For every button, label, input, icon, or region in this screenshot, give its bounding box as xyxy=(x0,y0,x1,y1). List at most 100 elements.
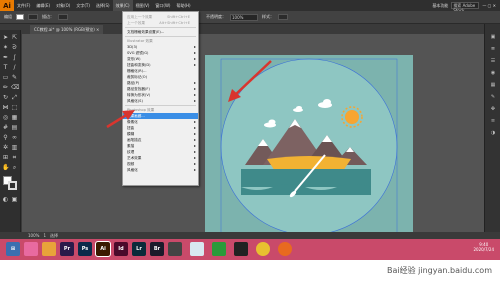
graph-tool-icon[interactable]: ▥ xyxy=(11,144,18,151)
zoom-tool-icon[interactable]: ⌕ xyxy=(11,164,18,171)
right-panel-dock: ▣ ≣ ☰ ◉ ▦ ✎ ✤ ≡ ◑ xyxy=(484,24,500,232)
indesign-icon[interactable]: Id xyxy=(114,242,128,256)
menu-effect[interactable]: 效果(C) xyxy=(112,0,133,11)
premiere-icon[interactable]: Pr xyxy=(60,242,74,256)
taskbar: ⊞ Pr Ps Ai Id Lr Br 9:40 2020/7/24 xyxy=(0,239,500,260)
color-icon[interactable]: ◉ xyxy=(489,70,497,76)
chrome-icon[interactable] xyxy=(256,242,270,256)
menubar-right: 基本功能 搜索 Adobe Stock — ▢ ✕ xyxy=(432,2,500,13)
menu-file[interactable]: 文件(F) xyxy=(14,0,33,11)
paintbrush-tool-icon[interactable]: ✎ xyxy=(11,74,18,81)
stroke-icon[interactable]: ≡ xyxy=(489,118,497,124)
libraries-icon[interactable]: ☰ xyxy=(489,58,497,64)
free-transform-icon[interactable]: ⬚ xyxy=(11,104,18,111)
screen-mode-icon[interactable]: ▣ xyxy=(11,196,18,203)
mesh-tool-icon[interactable]: # xyxy=(2,124,9,131)
opacity-label: 不透明度： xyxy=(206,14,226,19)
menu-item-document-raster[interactable]: 文档栅格效果设置(E)... xyxy=(123,29,198,35)
rotate-tool-icon[interactable]: ↻ xyxy=(2,94,9,101)
stock-search-field[interactable]: 搜索 Adobe Stock xyxy=(451,2,480,13)
clock-date: 2020/7/24 xyxy=(473,247,494,252)
scale-tool-icon[interactable]: ⤢ xyxy=(11,94,18,101)
fill-swatch[interactable] xyxy=(16,14,24,20)
direct-selection-tool-icon[interactable]: ⇱ xyxy=(11,34,18,41)
pen-tool-icon[interactable]: ✒ xyxy=(2,54,9,61)
system-clock[interactable]: 9:40 2020/7/24 xyxy=(473,242,494,252)
artboard-tool-icon[interactable]: ⊞ xyxy=(2,154,9,161)
lightroom-icon[interactable]: Lr xyxy=(132,242,146,256)
stroke-dropdown[interactable] xyxy=(58,14,68,20)
perspective-grid-icon[interactable]: ▦ xyxy=(11,114,18,121)
effect-menu: 应用上一个效果 Shift+Ctrl+E 上一个效果 Alt+Shift+Ctrl+… xyxy=(122,11,199,186)
line-tool-icon[interactable]: / xyxy=(11,64,18,71)
brushes-icon[interactable]: ✎ xyxy=(489,94,497,100)
wechat-icon[interactable] xyxy=(212,242,226,256)
selection-tool-icon[interactable]: ➤ xyxy=(2,34,9,41)
window-controls-icon[interactable]: — ▢ ✕ xyxy=(482,3,496,8)
slice-tool-icon[interactable]: ⌗ xyxy=(11,154,18,161)
close-tab-icon[interactable]: × xyxy=(96,27,99,32)
style-label: 样式： xyxy=(262,14,274,19)
taskbar-app-2[interactable] xyxy=(42,242,56,256)
document-title: CC教程.ai* @ 100% (RGB/预览) xyxy=(34,27,95,32)
menu-item-stylize-ps[interactable]: 风格化 ▸ xyxy=(123,167,198,173)
symbol-sprayer-icon[interactable]: ✲ xyxy=(2,144,9,151)
symbols-icon[interactable]: ✤ xyxy=(489,106,497,112)
watermark-strip: Bai经验 jingyan.baidu.com xyxy=(0,260,500,281)
menu-view[interactable]: 视图(V) xyxy=(133,0,153,11)
pencil-tool-icon[interactable]: ✏ xyxy=(2,84,9,91)
draw-mode-icon[interactable]: ◐ xyxy=(2,196,9,203)
selection-type-label: 编组 xyxy=(4,14,12,19)
menu-bar: Ai 文件(F) 编辑(E) 对象(O) 文字(T) 选择(S) 效果(C) 视… xyxy=(0,0,500,13)
menu-help[interactable]: 帮助(H) xyxy=(173,0,193,11)
rectangle-tool-icon[interactable]: ▭ xyxy=(2,74,9,81)
start-icon[interactable]: ⊞ xyxy=(6,242,20,256)
stroke-label: 描边： xyxy=(42,14,54,19)
eyedropper-icon[interactable]: ⚲ xyxy=(2,134,9,141)
workspace-label[interactable]: 基本功能 xyxy=(432,3,448,9)
menu-select[interactable]: 选择(S) xyxy=(93,0,113,11)
taskbar-app-9[interactable] xyxy=(168,242,182,256)
menu-window[interactable]: 窗口(W) xyxy=(152,0,173,11)
eraser-tool-icon[interactable]: ⌫ xyxy=(11,84,19,91)
control-bar: 编组 描边： 不透明度： 100% 样式： xyxy=(0,11,500,24)
menu-item-last-effect[interactable]: 上一个效果 Alt+Shift+Ctrl+E xyxy=(123,20,198,26)
photoshop-icon[interactable]: Ps xyxy=(78,242,92,256)
menu-edit[interactable]: 编辑(E) xyxy=(33,0,53,11)
app-logo: Ai xyxy=(0,0,14,11)
status-bar: 100% 1 选择 xyxy=(22,232,484,239)
menu-object[interactable]: 对象(O) xyxy=(53,0,73,11)
taskbar-app-10[interactable] xyxy=(190,242,204,256)
curvature-tool-icon[interactable]: ∫ xyxy=(11,54,18,61)
type-tool-icon[interactable]: T xyxy=(2,64,9,71)
annotation-arrow-canvas xyxy=(228,60,272,102)
menu-type[interactable]: 文字(T) xyxy=(73,0,93,11)
shape-builder-icon[interactable]: ◎ xyxy=(2,114,9,121)
qq-icon[interactable] xyxy=(234,242,248,256)
gradient-tool-icon[interactable]: ▤ xyxy=(11,124,18,131)
lasso-icon[interactable]: ᘐ xyxy=(11,44,18,51)
hand-tool-icon[interactable]: ✋ xyxy=(2,164,9,171)
opacity-field[interactable]: 100% xyxy=(230,13,258,21)
width-tool-icon[interactable]: ⋈ xyxy=(2,104,9,111)
status-mode: 选择 xyxy=(49,232,58,238)
layers-icon[interactable]: ≣ xyxy=(489,46,497,52)
baidu-watermark: Bai经验 jingyan.baidu.com xyxy=(387,266,492,275)
bridge-icon[interactable]: Br xyxy=(150,242,164,256)
artboard-number[interactable]: 1 xyxy=(43,233,46,238)
transparency-icon[interactable]: ◑ xyxy=(489,130,497,136)
swatches-icon[interactable]: ▦ xyxy=(489,82,497,88)
properties-icon[interactable]: ▣ xyxy=(489,34,497,40)
magic-wand-icon[interactable]: ✶ xyxy=(2,44,9,51)
style-dropdown[interactable] xyxy=(278,14,288,20)
taskbar-app-1[interactable] xyxy=(24,242,38,256)
firefox-icon[interactable] xyxy=(278,242,292,256)
blend-tool-icon[interactable]: ∞ xyxy=(11,134,18,141)
fill-dropdown[interactable] xyxy=(28,14,38,20)
tools-panel: ➤ ⇱ ✶ ᘐ ✒ ∫ T / ▭ ✎ ✏ ⌫ ↻ ⤢ ⋈ ⬚ ◎ ▦ # ▤ … xyxy=(0,30,21,232)
menu-item-stylize-ai[interactable]: 风格化(S) ▸ xyxy=(123,98,198,104)
stroke-color-icon[interactable] xyxy=(8,181,17,190)
document-tab[interactable]: CC教程.ai* @ 100% (RGB/预览) × xyxy=(30,25,104,34)
illustrator-icon[interactable]: Ai xyxy=(95,241,111,257)
zoom-level[interactable]: 100% xyxy=(28,233,39,238)
